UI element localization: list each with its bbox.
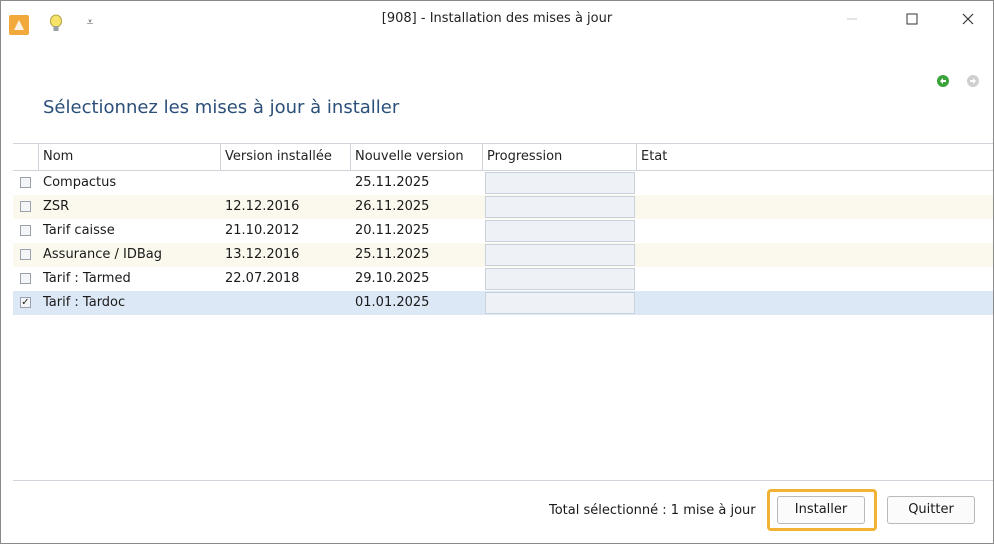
cell-new: 26.11.2025: [355, 199, 430, 214]
toolbar-icons: [935, 73, 985, 93]
row-checkbox[interactable]: [20, 249, 31, 260]
cell-name: Assurance / IDBag: [43, 247, 162, 262]
cell-state: [637, 219, 993, 243]
update-window: ⩡ [908] - Installation des mises à jour …: [0, 0, 994, 544]
maximize-icon: [906, 13, 918, 25]
row-checkbox[interactable]: [20, 225, 31, 236]
quit-button[interactable]: Quitter: [887, 496, 975, 524]
header-check-column: [13, 144, 39, 170]
cell-new: 25.11.2025: [355, 175, 430, 190]
progress-bar: [485, 244, 635, 266]
cell-state: [637, 243, 993, 267]
install-button[interactable]: Installer: [777, 496, 865, 524]
page-title: Sélectionnez les mises à jour à installe…: [43, 97, 400, 118]
header-nom[interactable]: Nom: [39, 144, 221, 170]
cell-name: Tarif caisse: [43, 223, 115, 238]
row-checkbox[interactable]: ✓: [20, 297, 31, 308]
table-row[interactable]: ✓ Tarif : Tardoc 01.01.2025: [13, 291, 993, 315]
cell-name: Tarif : Tarmed: [43, 271, 131, 286]
green-refresh-icon[interactable]: [937, 75, 949, 87]
table-row[interactable]: ZSR 12.12.2016 26.11.2025: [13, 195, 993, 219]
cell-new: 01.01.2025: [355, 295, 430, 310]
progress-bar: [485, 196, 635, 218]
cell-state: [637, 291, 993, 315]
cell-installed: 13.12.2016: [225, 247, 300, 262]
cell-installed: 21.10.2012: [225, 223, 300, 238]
close-button[interactable]: [945, 1, 991, 37]
title-bar: ⩡ [908] - Installation des mises à jour: [1, 1, 993, 37]
progress-bar: [485, 172, 635, 194]
cell-new: 25.11.2025: [355, 247, 430, 262]
row-checkbox[interactable]: [20, 177, 31, 188]
cell-name: Tarif : Tardoc: [43, 295, 126, 310]
row-checkbox[interactable]: [20, 201, 31, 212]
maximize-button[interactable]: [889, 1, 935, 37]
cell-name: Compactus: [43, 175, 117, 190]
row-checkbox[interactable]: [20, 273, 31, 284]
progress-bar: [485, 268, 635, 290]
updates-table: Nom Version installée Nouvelle version P…: [13, 143, 993, 481]
selection-total: Total sélectionné : 1 mise à jour: [549, 503, 756, 518]
minimize-icon: [847, 18, 857, 20]
cell-installed: 22.07.2018: [225, 271, 300, 286]
cell-installed: [221, 291, 351, 315]
table-header: Nom Version installée Nouvelle version P…: [13, 144, 993, 171]
table-row[interactable]: Tarif caisse 21.10.2012 20.11.2025: [13, 219, 993, 243]
cell-name: ZSR: [43, 199, 70, 214]
close-icon: [962, 13, 974, 25]
table-row[interactable]: Tarif : Tarmed 22.07.2018 29.10.2025: [13, 267, 993, 291]
cell-state: [637, 171, 993, 195]
header-progression[interactable]: Progression: [483, 144, 637, 170]
cell-new: 29.10.2025: [355, 271, 430, 286]
table-row[interactable]: Assurance / IDBag 13.12.2016 25.11.2025: [13, 243, 993, 267]
minimize-button[interactable]: [829, 1, 875, 37]
cell-installed: [221, 171, 351, 195]
cell-state: [637, 195, 993, 219]
progress-bar: [485, 292, 635, 314]
cell-installed: 12.12.2016: [225, 199, 300, 214]
header-nouvelle-version[interactable]: Nouvelle version: [351, 144, 483, 170]
gray-refresh-icon[interactable]: [967, 75, 979, 87]
header-etat[interactable]: Etat: [637, 144, 993, 170]
table-row[interactable]: Compactus 25.11.2025: [13, 171, 993, 195]
cell-state: [637, 267, 993, 291]
header-version-installee[interactable]: Version installée: [221, 144, 351, 170]
cell-new: 20.11.2025: [355, 223, 430, 238]
progress-bar: [485, 220, 635, 242]
